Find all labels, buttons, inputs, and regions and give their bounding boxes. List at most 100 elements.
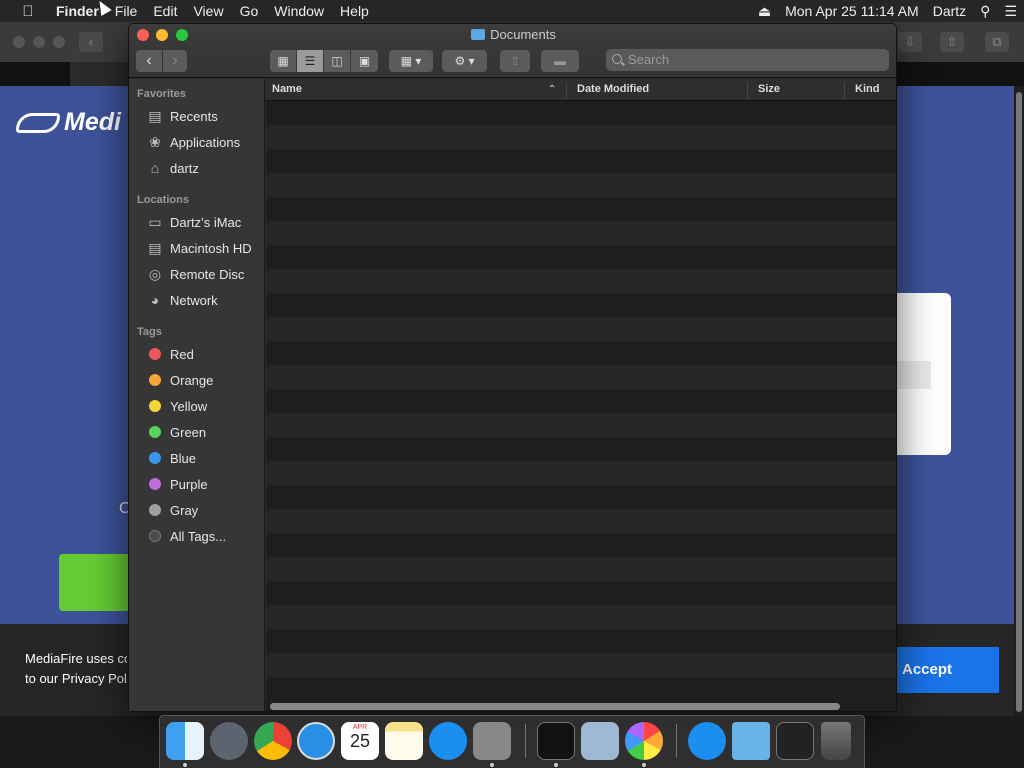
search-placeholder: Search (628, 52, 670, 67)
browser-zoom-button[interactable] (53, 36, 65, 48)
launchpad-icon[interactable] (210, 722, 248, 760)
share-icon[interactable]: ⇧ (500, 50, 530, 72)
sidebar-item-network[interactable]: ◕ Network (129, 288, 265, 312)
logo-text: Medi (64, 108, 121, 136)
menu-bar:  Finder File Edit View Go Window Help ⏏… (0, 0, 1024, 22)
browser-scrollbar-thumb[interactable] (1016, 92, 1022, 712)
file-list[interactable]: Name ⌃ Date Modified Size Kind (266, 79, 896, 711)
column-size[interactable]: Size (758, 83, 780, 95)
list-view-icon[interactable]: ☰ (297, 50, 324, 72)
download-button[interactable] (59, 554, 129, 611)
sidebar-tag-gray[interactable]: Gray (129, 498, 265, 522)
folder-icon (471, 29, 486, 40)
horizontal-scrollbar[interactable] (270, 703, 840, 710)
browser-tabs-icon[interactable]: ⧉ (985, 32, 1009, 52)
tag-dot-icon (149, 348, 161, 360)
forward-button[interactable]: › (163, 50, 187, 72)
column-divider[interactable] (844, 82, 845, 98)
browser-share-icon[interactable]: ⇧ (940, 32, 964, 52)
chrome-icon[interactable] (254, 722, 292, 760)
menu-file[interactable]: File (107, 3, 146, 19)
sidebar-item-label: Gray (170, 502, 199, 518)
sidebar-item-remote-disc[interactable]: ◎ Remote Disc (129, 262, 265, 286)
browser-minimize-button[interactable] (33, 36, 45, 48)
sort-chevron-icon[interactable]: ⌃ (548, 84, 556, 95)
finder-window: Documents ‹ › ▦ ☰ ◫ ▣ ▦ ▾ ⚙ ▾ ⇧ ▬ Search… (128, 23, 897, 712)
sidebar-item-macintosh-hd[interactable]: ▤ Macintosh HD (129, 236, 265, 260)
sidebar-tag-orange[interactable]: Orange (129, 368, 265, 392)
column-date-modified[interactable]: Date Modified (577, 83, 649, 95)
network-icon: ◕ (150, 292, 160, 308)
column-kind[interactable]: Kind (855, 83, 879, 95)
apple-menu-icon[interactable]:  (0, 3, 56, 20)
running-indicator (183, 763, 187, 767)
sidebar-item-imac[interactable]: ▭ Dartz’s iMac (129, 210, 265, 234)
finder-icon[interactable] (166, 722, 204, 760)
system-preferences-icon[interactable] (473, 722, 511, 760)
trash-icon[interactable] (821, 722, 851, 760)
safari-icon[interactable] (297, 722, 335, 760)
running-indicator (642, 763, 646, 767)
card-input[interactable] (897, 361, 931, 389)
notification-center-icon[interactable]: ☰ (997, 3, 1024, 20)
favorites-header: Favorites (137, 88, 186, 100)
tag-dot-icon (149, 452, 161, 464)
finder-sidebar: Favorites ▤ Recents ❀ Applications ⌂ dartz … (129, 79, 265, 711)
tag-dot-icon (149, 426, 161, 438)
search-field[interactable]: Search (606, 49, 889, 71)
calendar-day: 25 (349, 731, 371, 751)
documents-folder-icon[interactable] (732, 722, 770, 760)
menu-window[interactable]: Window (266, 3, 332, 19)
screenshot-stack-icon[interactable] (776, 722, 814, 760)
sidebar-tag-yellow[interactable]: Yellow (129, 394, 265, 418)
icon-view-icon[interactable]: ▦ (270, 50, 297, 72)
terminal-icon[interactable] (537, 722, 575, 760)
column-view-icon[interactable]: ◫ (324, 50, 351, 72)
sidebar-item-label: Green (170, 424, 207, 440)
sidebar-item-applications[interactable]: ❀ Applications (129, 130, 265, 154)
browser-tab[interactable] (70, 62, 130, 86)
photos-icon[interactable] (625, 722, 663, 760)
browser-download-icon[interactable]: ⇩ (898, 32, 922, 52)
sidebar-item-dartz[interactable]: ⌂ dartz (129, 156, 265, 180)
eject-icon[interactable]: ⏏ (751, 3, 778, 20)
calendar-icon[interactable]: APR 25 (341, 722, 379, 760)
column-divider[interactable] (747, 82, 748, 98)
browser-close-button[interactable] (13, 36, 25, 48)
action-gear-icon[interactable]: ⚙ ▾ (442, 50, 487, 72)
empty-row (266, 101, 896, 125)
spotlight-icon[interactable]: ⚲ (973, 3, 997, 20)
browser-back-button[interactable]: ‹ (79, 32, 103, 52)
sidebar-tag-all-tags[interactable]: All Tags... (129, 524, 265, 548)
sidebar-item-label: Blue (170, 450, 197, 466)
sidebar-tag-purple[interactable]: Purple (129, 472, 265, 496)
tag-dot-icon (149, 530, 161, 542)
disc-icon: ◎ (148, 266, 162, 282)
preview-icon[interactable] (581, 722, 619, 760)
notes-icon[interactable] (385, 722, 423, 760)
accept-button[interactable]: Accept (897, 647, 999, 693)
empty-row (266, 221, 896, 245)
column-name[interactable]: Name (272, 83, 302, 95)
menu-go[interactable]: Go (232, 3, 267, 19)
sidebar-tag-blue[interactable]: Blue (129, 446, 265, 470)
downloads-stack-icon[interactable] (688, 722, 726, 760)
user-menu[interactable]: Dartz (926, 3, 973, 19)
dock-separator (525, 724, 526, 758)
empty-row (266, 581, 896, 605)
menu-view[interactable]: View (185, 3, 231, 19)
clock[interactable]: Mon Apr 25 11:14 AM (778, 3, 926, 19)
tag-icon[interactable]: ▬ (541, 50, 579, 72)
sidebar-item-recents[interactable]: ▤ Recents (129, 104, 265, 128)
group-by-icon[interactable]: ▦ ▾ (389, 50, 433, 72)
gallery-view-icon[interactable]: ▣ (351, 50, 378, 72)
sidebar-tag-red[interactable]: Red (129, 342, 265, 366)
column-divider[interactable] (566, 82, 567, 98)
sidebar-item-label: dartz (170, 160, 199, 176)
browser-scrollbar[interactable] (1014, 86, 1024, 716)
menu-help[interactable]: Help (332, 3, 377, 19)
back-button[interactable]: ‹ (136, 50, 162, 72)
sidebar-tag-green[interactable]: Green (129, 420, 265, 444)
app-store-icon[interactable] (429, 722, 467, 760)
menu-edit[interactable]: Edit (145, 3, 185, 19)
